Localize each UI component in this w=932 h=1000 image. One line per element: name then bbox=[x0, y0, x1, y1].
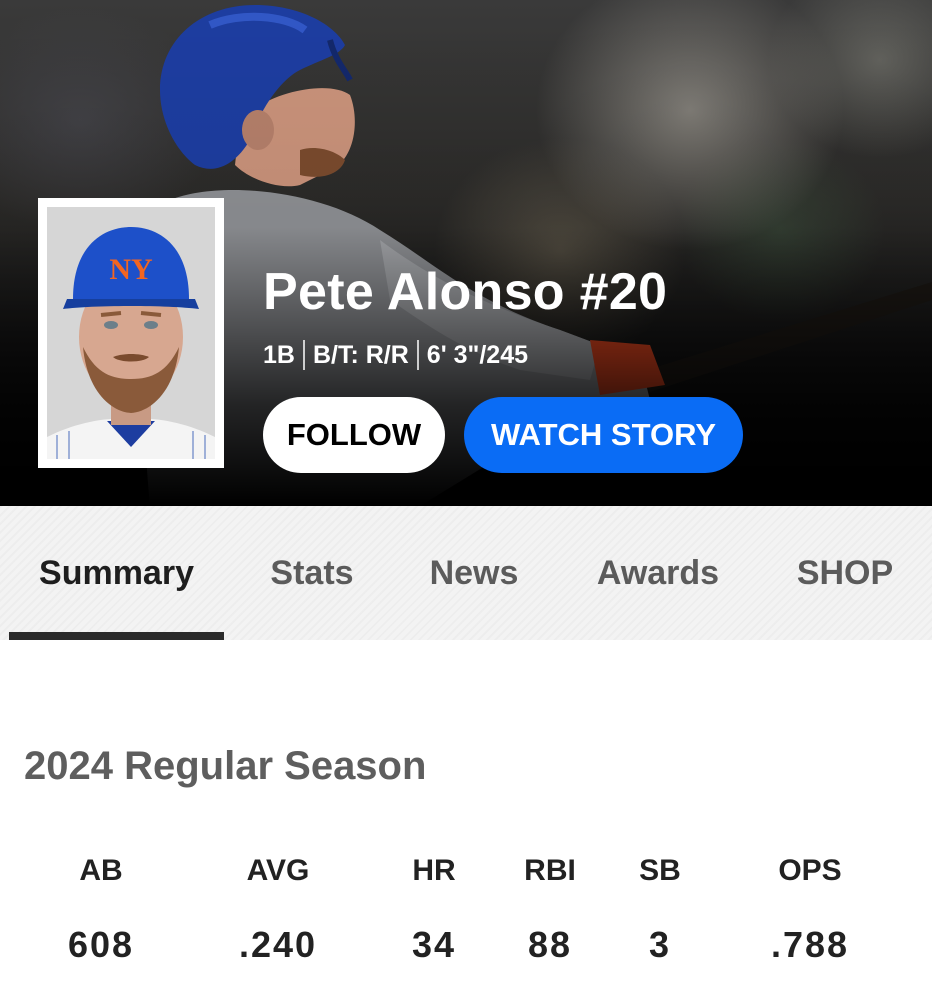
stat-label: OPS bbox=[778, 854, 842, 887]
tab-news[interactable]: News bbox=[410, 506, 538, 640]
season-title: 2024 Regular Season bbox=[24, 744, 427, 788]
stat-label: SB bbox=[639, 854, 681, 887]
stat-ab: AB 608 bbox=[40, 848, 162, 968]
divider bbox=[416, 340, 419, 370]
headshot-image: NY bbox=[47, 207, 215, 459]
follow-button[interactable]: FOLLOW bbox=[263, 397, 445, 473]
active-tab-indicator bbox=[9, 632, 224, 640]
stat-avg: AVG .240 bbox=[210, 848, 346, 968]
stat-label: AB bbox=[79, 854, 123, 887]
stat-value: 3 bbox=[648, 924, 672, 965]
stat-value: .240 bbox=[238, 924, 318, 965]
tab-awards[interactable]: Awards bbox=[578, 506, 738, 640]
stat-label: AVG bbox=[246, 854, 310, 887]
svg-text:NY: NY bbox=[109, 253, 153, 286]
stat-rbi: RBI 88 bbox=[500, 848, 600, 968]
player-headshot: NY bbox=[38, 198, 224, 468]
stat-ops: OPS .788 bbox=[745, 848, 875, 968]
stat-sb: SB 3 bbox=[610, 848, 710, 968]
player-bats-throws: B/T: R/R bbox=[312, 340, 409, 369]
stat-hr: HR 34 bbox=[384, 848, 484, 968]
player-tab-bar: Summary Stats News Awards SHOP bbox=[0, 506, 932, 640]
stat-value: 608 bbox=[67, 924, 135, 965]
tab-summary[interactable]: Summary bbox=[9, 506, 224, 640]
player-height-weight: 6' 3"/245 bbox=[426, 340, 529, 369]
player-bio-line: 1B B/T: R/R 6' 3"/245 bbox=[263, 340, 528, 370]
stat-label: RBI bbox=[524, 854, 576, 887]
stat-value: .788 bbox=[770, 924, 850, 965]
tab-shop[interactable]: SHOP bbox=[776, 506, 914, 640]
stat-label: HR bbox=[412, 854, 456, 887]
divider bbox=[302, 340, 305, 370]
player-name: Pete Alonso #20 bbox=[263, 263, 668, 321]
stat-value: 34 bbox=[411, 924, 457, 965]
stat-value: 88 bbox=[527, 924, 573, 965]
watch-story-button[interactable]: WATCH STORY bbox=[464, 397, 743, 473]
player-position: 1B bbox=[263, 340, 295, 369]
tab-stats[interactable]: Stats bbox=[250, 506, 374, 640]
